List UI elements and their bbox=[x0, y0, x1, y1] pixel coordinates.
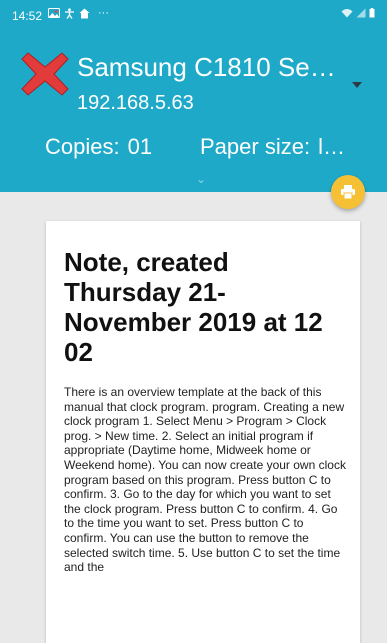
printer-name[interactable]: Samsung C1810 Se… bbox=[77, 52, 336, 83]
printer-header: Samsung C1810 Se… 192.168.5.63 Copies: 01… bbox=[0, 30, 387, 192]
printer-offline-icon bbox=[21, 52, 69, 96]
copies-value: 01 bbox=[127, 134, 153, 159]
notification-icons: ··· bbox=[48, 7, 109, 19]
status-time: 14:52 bbox=[12, 9, 43, 23]
signal-icon bbox=[356, 8, 366, 18]
photo-icon bbox=[48, 8, 60, 18]
system-icons bbox=[341, 8, 375, 21]
battery-icon bbox=[369, 8, 375, 18]
copies-setting[interactable]: Copies: 01 bbox=[45, 134, 152, 160]
note-body: There is an overview template at the bac… bbox=[64, 385, 346, 575]
print-icon bbox=[341, 185, 355, 200]
accessibility-icon bbox=[65, 7, 74, 19]
expand-settings-chevron-icon[interactable]: ⌄ bbox=[196, 172, 206, 186]
wifi-icon bbox=[341, 9, 353, 18]
status-bar: 14:52 ··· bbox=[0, 0, 387, 30]
more-notifications: ··· bbox=[98, 7, 109, 19]
copies-label: Copies: bbox=[45, 134, 120, 159]
paper-size-value: l… bbox=[318, 134, 345, 159]
printer-dropdown-icon[interactable] bbox=[352, 82, 362, 88]
note-preview-page: Note, created Thursday 21-November 2019 … bbox=[46, 221, 360, 643]
paper-size-label: Paper size: bbox=[200, 134, 311, 159]
home-icon bbox=[79, 8, 90, 18]
printer-ip: 192.168.5.63 bbox=[77, 92, 194, 114]
print-button[interactable] bbox=[331, 175, 365, 209]
paper-size-setting[interactable]: Paper size: l… bbox=[200, 134, 345, 160]
note-title: Note, created Thursday 21-November 2019 … bbox=[64, 247, 323, 367]
